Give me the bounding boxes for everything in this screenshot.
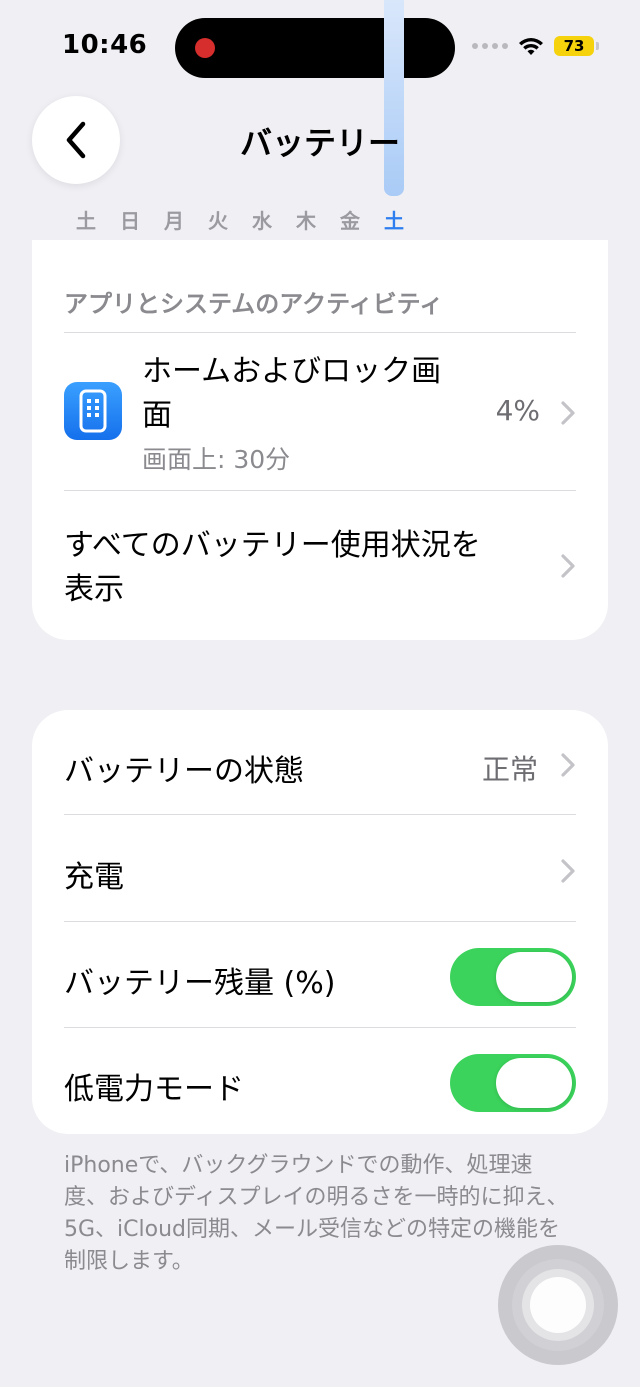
weekday-label[interactable]: 木: [284, 205, 328, 234]
divider: [64, 490, 576, 491]
divider: [64, 332, 576, 333]
weekday-label[interactable]: 金: [328, 205, 372, 234]
app-name: ホームおよびロック画面: [142, 354, 442, 433]
chevron-right-icon: [561, 753, 575, 777]
low-power-mode-toggle[interactable]: [450, 1054, 576, 1112]
status-indicators: 73: [472, 36, 599, 56]
app-battery-percent: 4%: [495, 394, 540, 427]
weekday-label[interactable]: 火: [196, 205, 240, 234]
activity-card: アプリとシステムのアクティビティ ホームおよびロック画面 画面上: 30分 4%…: [32, 240, 608, 640]
weekday-label[interactable]: 土: [64, 205, 108, 234]
toggle-knob: [496, 1058, 572, 1108]
home-lock-screen-icon: [64, 382, 122, 440]
dynamic-island: [175, 18, 455, 78]
divider: [64, 1027, 576, 1028]
battery-percentage-label: バッテリー残量 (%): [64, 966, 336, 1001]
wifi-icon: [519, 38, 543, 55]
usage-chart-bar: [384, 0, 404, 196]
page-title: バッテリー: [239, 124, 400, 162]
chevron-right-icon: [561, 401, 575, 425]
cellular-signal-icon: [472, 43, 508, 49]
battery-health-label: バッテリーの状態: [64, 754, 304, 789]
divider: [64, 814, 576, 815]
assistive-touch-core: [530, 1277, 586, 1333]
weekday-label[interactable]: 水: [240, 205, 284, 234]
charging-label: 充電: [64, 860, 124, 895]
low-power-mode-label: 低電力モード: [64, 1072, 244, 1107]
assistive-touch-button[interactable]: [498, 1245, 618, 1365]
chevron-right-icon: [561, 554, 575, 578]
weekday-label-selected[interactable]: 土: [372, 205, 416, 234]
assistive-touch-ring: [512, 1259, 604, 1351]
weekday-axis: 土 日 月 火 水 木 金 土: [64, 205, 416, 234]
battery-settings-card: バッテリーの状態 正常 充電 バッテリー残量 (%) 低電力モード: [32, 710, 608, 1134]
show-all-usage-label: すべてのバッテリー使用状況を表示: [64, 528, 481, 607]
section-header: アプリとシステムのアクティビティ: [64, 290, 444, 318]
battery-settings-screen: 10:46 73 バッテリー 土 日 月 火 水 木 金 土 アプリとシステムの…: [0, 0, 640, 1387]
low-power-mode-footnote: iPhoneで、バックグラウンドでの動作、処理速度、およびディスプレイの明るさを…: [64, 1153, 569, 1274]
battery-health-value: 正常: [481, 753, 538, 786]
assistive-touch-inner: [522, 1269, 594, 1341]
weekday-label[interactable]: 日: [108, 205, 152, 234]
battery-percentage-toggle[interactable]: [450, 948, 576, 1006]
battery-icon: 73: [554, 36, 599, 56]
divider: [64, 921, 576, 922]
weekday-label[interactable]: 月: [152, 205, 196, 234]
app-screen-time: 画面上: 30分: [142, 445, 291, 474]
chevron-right-icon: [561, 859, 575, 883]
toggle-knob: [496, 952, 572, 1002]
recording-indicator-icon: [195, 38, 215, 58]
status-time: 10:46: [62, 30, 148, 60]
